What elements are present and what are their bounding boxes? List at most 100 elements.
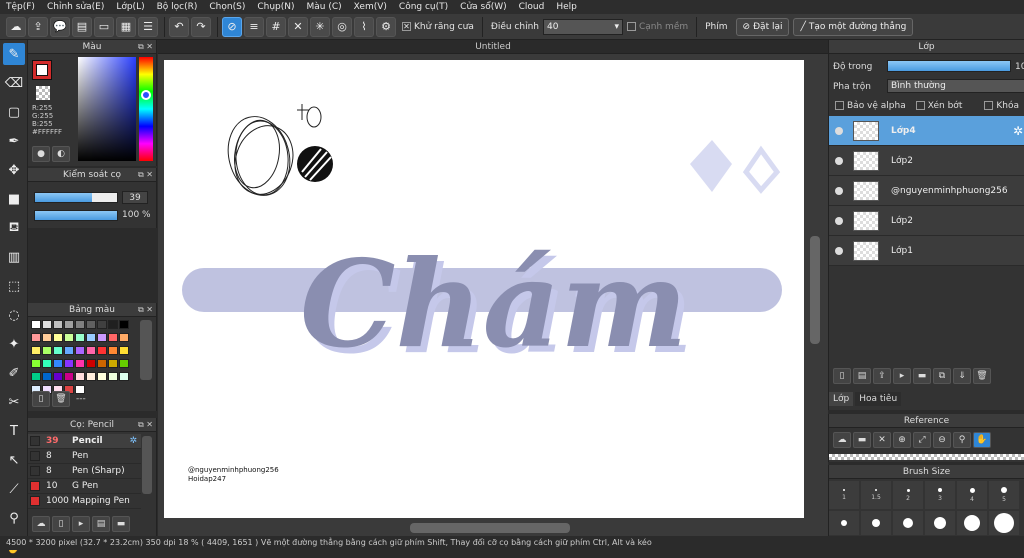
palette-swatch[interactable] [97, 359, 107, 368]
pen-tool-icon[interactable]: ✒ [3, 130, 25, 152]
gradient-tool-icon[interactable]: ▥ [3, 246, 25, 268]
bucket-tool-icon[interactable]: ⛾ [3, 217, 25, 239]
menu-item[interactable]: Bộ lọc(R) [157, 2, 198, 12]
layer-opacity-slider[interactable] [887, 60, 1011, 72]
duplicate-layer-icon[interactable]: ⧉ [933, 368, 951, 384]
layer-folder-icon[interactable]: ▬ [913, 368, 931, 384]
brush-item[interactable]: 10 G Pen [28, 479, 141, 494]
primary-color-swatch[interactable] [36, 64, 48, 76]
brush-size-value[interactable]: 39 [122, 191, 148, 204]
menu-item[interactable]: Lớp(L) [116, 2, 144, 12]
palette-swatch[interactable] [42, 333, 52, 342]
marquee-tool-icon[interactable]: ⬚ [3, 275, 25, 297]
palette-swatch[interactable] [75, 333, 85, 342]
palette-swatch[interactable] [53, 346, 63, 355]
eye-icon[interactable] [835, 186, 843, 195]
add-layer-menu-icon[interactable]: ▸ [893, 368, 911, 384]
protect-alpha-checkbox[interactable] [835, 101, 844, 110]
palette-swatch[interactable] [31, 359, 41, 368]
eye-icon[interactable] [835, 216, 843, 225]
fit-icon[interactable]: ⤢ [913, 432, 931, 448]
grid-snap-icon[interactable]: # [266, 16, 286, 37]
menu-item[interactable]: Help [556, 2, 577, 12]
lock-toggle[interactable]: Khóa [984, 101, 1019, 111]
hue-slider[interactable] [139, 57, 153, 161]
hand-ref-icon[interactable]: ✋ [973, 432, 991, 448]
layer-row[interactable]: Lớp2 [829, 206, 1024, 236]
reset-button[interactable]: ⊘ Đặt lại [735, 17, 790, 36]
blend-select[interactable]: Bình thường [887, 79, 1024, 93]
palette-swatch[interactable] [64, 333, 74, 342]
horizontal-scrollbar[interactable] [410, 523, 570, 533]
zoom-in-icon[interactable]: ⊕ [893, 432, 911, 448]
palette-swatch[interactable] [108, 333, 118, 342]
brush-size-cell[interactable]: 3 [925, 481, 955, 509]
palette-swatch[interactable] [119, 320, 129, 329]
delete-layer-icon[interactable]: 🗑 [973, 368, 991, 384]
palette-swatch[interactable] [97, 372, 107, 381]
layer-row[interactable]: Lớp2 [829, 146, 1024, 176]
palette-swatch[interactable] [86, 320, 96, 329]
merge-layer-icon[interactable]: ⇓ [953, 368, 971, 384]
palette-swatch[interactable] [64, 346, 74, 355]
palette-swatch[interactable] [119, 333, 129, 342]
palette-swatch[interactable] [53, 359, 63, 368]
brush-size-cell[interactable]: 4 [957, 481, 987, 509]
saturation-value-picker[interactable] [78, 57, 136, 161]
palette-swatch[interactable] [97, 320, 107, 329]
settings-icon[interactable]: ⚙ [376, 16, 396, 37]
panel-close-icon[interactable]: ⧉ ✕ [138, 303, 153, 317]
palette-swatch[interactable] [31, 346, 41, 355]
palette-swatch[interactable] [75, 320, 85, 329]
rect-select-tool-icon[interactable]: ▢ [3, 101, 25, 123]
cloud-icon[interactable]: ☁ [6, 16, 26, 37]
palette-swatch[interactable] [86, 359, 96, 368]
lock-checkbox[interactable] [984, 101, 994, 110]
brush-size-cell[interactable] [989, 511, 1019, 535]
magic-wand-tool-icon[interactable]: ✦ [3, 333, 25, 355]
palette-swatch[interactable] [64, 320, 74, 329]
palette-swatch[interactable] [53, 333, 63, 342]
export-icon[interactable]: ⇪ [28, 16, 48, 37]
brush-item[interactable]: 1000 Mapping Pen [28, 494, 141, 509]
panel-close-icon[interactable]: ⧉ ✕ [138, 418, 153, 432]
protect-alpha-toggle[interactable]: Bảo vệ alpha [835, 101, 906, 111]
color-mode-icon[interactable]: ● [32, 146, 50, 162]
open-ref-icon[interactable]: ▬ [853, 432, 871, 448]
palette-swatch[interactable] [108, 359, 118, 368]
palette-swatch[interactable] [31, 320, 41, 329]
move-tool-icon[interactable]: ✥ [3, 159, 25, 181]
grid-view-icon[interactable]: ▦ [116, 16, 136, 37]
layer-row[interactable]: @nguyenminhphuong256 [829, 176, 1024, 206]
undo-icon[interactable]: ↶ [169, 16, 189, 37]
menu-item[interactable]: Cửa sổ(W) [460, 2, 506, 12]
palette-swatch[interactable] [42, 359, 52, 368]
soft-edge-checkbox[interactable] [626, 21, 636, 31]
new-halftone-layer-icon[interactable]: ▤ [853, 368, 871, 384]
close-ref-icon[interactable]: ✕ [873, 432, 891, 448]
soft-edge-toggle[interactable]: Cạnh mềm [626, 21, 688, 32]
palette-swatch[interactable] [53, 320, 63, 329]
eyedropper-ref-icon[interactable]: ⚲ [953, 432, 971, 448]
new-palette-icon[interactable]: ▯ [32, 391, 50, 407]
import-layer-icon[interactable]: ⇪ [873, 368, 891, 384]
folder-brush-icon[interactable]: ▬ [112, 516, 130, 532]
no-snap-icon[interactable]: ⊘ [222, 16, 242, 37]
layer-row[interactable]: Lớp4 ✲ [829, 116, 1024, 146]
eye-icon[interactable] [835, 126, 843, 135]
palette-swatch[interactable] [75, 346, 85, 355]
palette-swatch[interactable] [97, 333, 107, 342]
redo-icon[interactable]: ↷ [191, 16, 211, 37]
comment-icon[interactable]: 💬 [50, 16, 70, 37]
panel-close-icon[interactable]: ⧉ ✕ [138, 40, 153, 54]
palette-swatch[interactable] [86, 346, 96, 355]
zoom-out-icon[interactable]: ⊖ [933, 432, 951, 448]
text-tool-icon[interactable]: T [3, 420, 25, 442]
menu-item[interactable]: Công cụ(T) [399, 2, 448, 12]
lasso-tool-icon[interactable]: ◌ [3, 304, 25, 326]
circle-snap-icon[interactable]: ◎ [332, 16, 352, 37]
palette-swatch[interactable] [75, 359, 85, 368]
palette-swatch[interactable] [53, 372, 63, 381]
document-tab[interactable]: Untitled [158, 40, 828, 54]
adjust-select[interactable]: 40 ▾ [542, 18, 623, 35]
